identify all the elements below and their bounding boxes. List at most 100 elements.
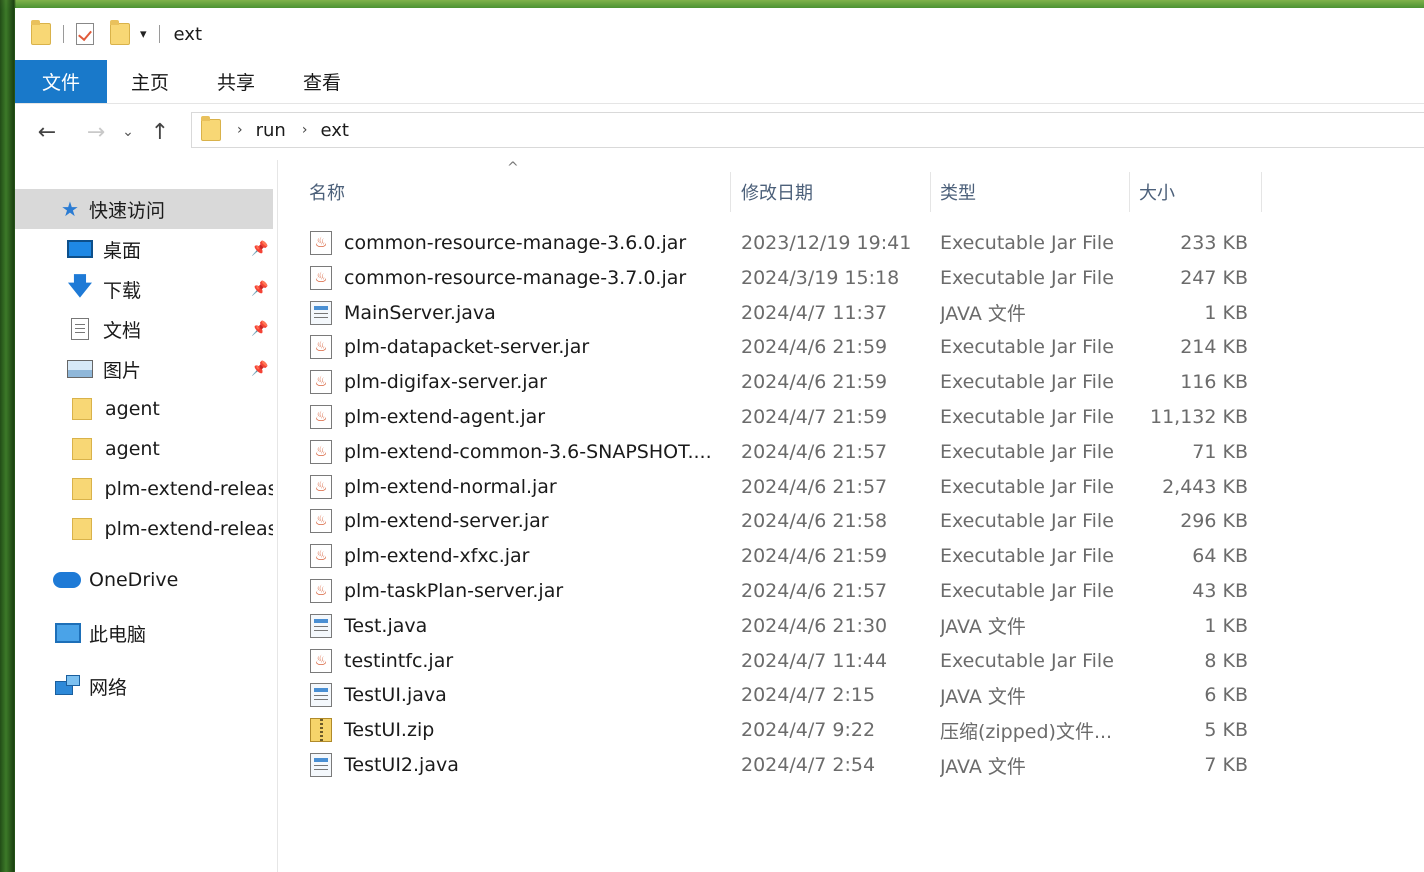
pin-icon[interactable]: 📌 — [251, 241, 268, 257]
file-modified: 2024/4/7 9:22 — [741, 719, 876, 742]
sidebar-item-network[interactable]: 网络 — [15, 666, 273, 706]
customize-toolbar-dropdown[interactable]: ▾ — [140, 27, 147, 42]
folder-icon — [72, 478, 92, 500]
computer-icon — [55, 623, 81, 643]
forward-arrow-icon[interactable]: → — [80, 120, 112, 145]
pin-icon[interactable]: 📌 — [251, 361, 268, 377]
tab-share[interactable]: 共享 — [193, 60, 279, 103]
sidebar-item-label: 文档 — [103, 319, 142, 342]
table-row[interactable]: ♨ common-resource-manage-3.6.0.jar 2023/12… — [278, 226, 1268, 260]
sidebar-item-label: plm-extend-releas — [104, 478, 273, 500]
file-explorer-window: ▾ ext 文件 主页 共享 查看 ← → ⌄ ↑ › run › ext ★ … — [15, 8, 1424, 872]
jar-file-icon: ♨ — [310, 335, 332, 360]
table-row[interactable]: ♨ plm-extend-common-3.6-SNAPSHOT.... 2024/… — [278, 435, 1268, 469]
sidebar-item-agent-2[interactable]: agent — [15, 429, 273, 469]
network-icon — [55, 675, 81, 697]
file-modified: 2024/4/6 21:59 — [741, 336, 888, 359]
table-row[interactable]: ♨ plm-extend-normal.jar 2024/4/6 21:57 Exec… — [278, 470, 1268, 504]
file-type: Executable Jar File — [940, 510, 1114, 533]
sidebar-item-documents[interactable]: 文档 📌 — [15, 309, 273, 349]
tab-file[interactable]: 文件 — [15, 60, 107, 103]
file-modified: 2024/4/7 11:44 — [741, 649, 888, 672]
table-row[interactable]: TestUI2.java 2024/4/7 2:54 JAVA 文件 7 KB — [278, 748, 1268, 782]
java-file-icon — [310, 300, 332, 325]
sidebar-item-quick-access[interactable]: ★ 快速访问 — [15, 189, 273, 229]
recent-locations-chevron-icon[interactable]: ⌄ — [118, 124, 138, 140]
column-header-modified[interactable]: 修改日期 — [733, 172, 931, 212]
sidebar-item-desktop[interactable]: 桌面 📌 — [15, 229, 273, 269]
jar-file-icon: ♨ — [310, 474, 332, 499]
sidebar-item-plm-extend-release-2[interactable]: plm-extend-releas — [15, 509, 273, 549]
column-header-name[interactable]: 名称 — [301, 172, 731, 212]
sidebar-item-label: agent — [105, 398, 160, 420]
table-row[interactable]: ♨ testintfc.jar 2024/4/7 11:44 Executable J… — [278, 644, 1268, 678]
table-row[interactable]: ♨ plm-digifax-server.jar 2024/4/6 21:59 Exe… — [278, 365, 1268, 399]
file-size: 1 KB — [1204, 614, 1248, 637]
sidebar-item-pictures[interactable]: 图片 📌 — [15, 349, 273, 389]
sidebar-item-label: 此电脑 — [89, 623, 147, 646]
table-row[interactable]: ♨ plm-extend-agent.jar 2024/4/7 21:59 Execu… — [278, 400, 1268, 434]
file-type: Executable Jar File — [940, 475, 1114, 498]
jar-file-icon: ♨ — [310, 265, 332, 290]
table-row[interactable]: TestUI.java 2024/4/7 2:15 JAVA 文件 6 KB — [278, 678, 1268, 712]
table-row[interactable]: Test.java 2024/4/6 21:30 JAVA 文件 1 KB — [278, 609, 1268, 643]
file-name-cell: TestUI2.java — [310, 748, 730, 782]
sidebar-item-downloads[interactable]: 🡇 下载 📌 — [15, 269, 273, 309]
file-name-cell: ♨ common-resource-manage-3.6.0.jar — [310, 226, 730, 260]
address-bar[interactable]: › run › ext — [191, 112, 1424, 148]
breadcrumb-separator-icon[interactable]: › — [302, 122, 308, 138]
table-row[interactable]: ♨ plm-extend-xfxc.jar 2024/4/6 21:59 Execut… — [278, 539, 1268, 573]
file-size: 247 KB — [1180, 266, 1248, 289]
back-arrow-icon[interactable]: ← — [31, 120, 63, 145]
up-arrow-icon[interactable]: ↑ — [144, 120, 176, 145]
file-size: 214 KB — [1180, 336, 1248, 359]
file-type: Executable Jar File — [940, 649, 1114, 672]
file-modified: 2024/4/6 21:59 — [741, 371, 888, 394]
navigation-bar: ← → ⌄ ↑ › run › ext — [15, 104, 1424, 160]
file-name: plm-extend-agent.jar — [344, 406, 546, 428]
folder-icon[interactable] — [31, 20, 51, 45]
file-name-cell: Test.java — [310, 609, 730, 643]
jar-file-icon: ♨ — [310, 544, 332, 569]
table-row[interactable]: ♨ plm-extend-server.jar 2024/4/6 21:58 Exec… — [278, 504, 1268, 538]
java-file-icon — [310, 683, 332, 708]
file-size: 11,132 KB — [1149, 406, 1248, 428]
sidebar-item-label: plm-extend-releas — [104, 518, 273, 540]
breadcrumb-separator-icon[interactable]: › — [237, 122, 243, 138]
table-row[interactable]: ♨ common-resource-manage-3.7.0.jar 2024/3/… — [278, 261, 1268, 295]
breadcrumb-ext[interactable]: ext — [320, 120, 348, 141]
jar-file-icon: ♨ — [310, 579, 332, 603]
file-size: 1 KB — [1204, 301, 1248, 324]
sidebar-item-plm-extend-release[interactable]: plm-extend-releas — [15, 469, 273, 509]
navigation-pane: ★ 快速访问 桌面 📌 🡇 下载 📌 文档 📌 图片 📌 agent agent… — [15, 160, 278, 872]
file-modified: 2024/4/6 21:57 — [741, 475, 888, 498]
table-row[interactable]: TestUI.zip 2024/4/7 9:22 压缩(zipped)文件... 5 … — [278, 713, 1268, 747]
file-size: 2,443 KB — [1162, 475, 1248, 498]
sidebar-item-agent[interactable]: agent — [15, 389, 273, 429]
table-row[interactable]: ♨ plm-taskPlan-server.jar 2024/4/6 21:57 Ex… — [278, 574, 1268, 608]
new-folder-icon[interactable] — [110, 20, 130, 45]
column-header-size[interactable]: 大小 — [1131, 172, 1262, 212]
jar-file-icon: ♨ — [310, 648, 332, 673]
file-name: Test.java — [344, 614, 428, 637]
sidebar-item-this-pc[interactable]: 此电脑 — [15, 613, 273, 653]
properties-icon[interactable] — [76, 23, 94, 45]
file-size: 6 KB — [1204, 684, 1248, 707]
breadcrumb-run[interactable]: run — [256, 120, 286, 141]
pin-icon[interactable]: 📌 — [251, 281, 268, 297]
pin-icon[interactable]: 📌 — [251, 321, 268, 337]
table-row[interactable]: MainServer.java 2024/4/7 11:37 JAVA 文件 1 KB — [278, 296, 1268, 330]
table-row[interactable]: ♨ plm-datapacket-server.jar 2024/4/6 21:59… — [278, 330, 1268, 364]
file-name-cell: ♨ plm-taskPlan-server.jar — [310, 574, 730, 608]
file-type: Executable Jar File — [940, 232, 1114, 254]
file-type: JAVA 文件 — [940, 755, 1026, 778]
file-modified: 2024/4/7 2:54 — [741, 754, 876, 776]
tab-home[interactable]: 主页 — [107, 60, 193, 103]
toolbar-divider — [63, 25, 64, 43]
cloud-icon — [53, 572, 81, 588]
sidebar-item-onedrive[interactable]: OneDrive — [15, 560, 273, 600]
file-modified: 2024/4/6 21:30 — [741, 614, 888, 637]
column-header-type[interactable]: 类型 — [932, 172, 1130, 212]
tab-view[interactable]: 查看 — [279, 60, 365, 103]
file-name: testintfc.jar — [344, 649, 454, 672]
